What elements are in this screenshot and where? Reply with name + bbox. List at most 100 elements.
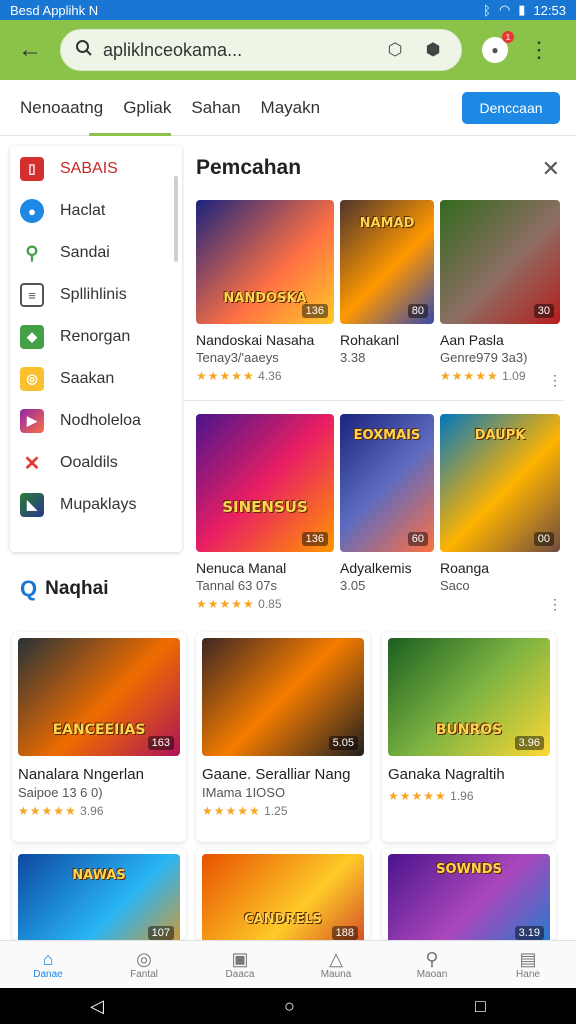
- rating-stars: ★★★★★: [202, 804, 261, 818]
- game-thumbnail: EOXMAIS 60: [340, 414, 434, 552]
- menu-item-9[interactable]: ◣ Mupaklays: [20, 486, 180, 524]
- avatar-icon: ●: [491, 43, 499, 57]
- tab-3[interactable]: Sahan: [191, 80, 240, 136]
- game-card[interactable]: BUNROS 3.96 Ganaka Nagraltih ★★★★★ 1.96: [382, 632, 556, 842]
- nav-item-1[interactable]: ⌂ Danae: [0, 941, 96, 988]
- notification-badge: 1: [502, 31, 514, 43]
- section-title: Naqhai: [45, 578, 109, 599]
- box-icon: ▣: [231, 949, 249, 969]
- game-badge: 136: [301, 532, 328, 546]
- notification-button[interactable]: ● 1: [482, 31, 514, 63]
- search-input[interactable]: [103, 39, 371, 61]
- game-thumbnail: EANCEEIIAS 163: [18, 638, 180, 756]
- nav-item-2[interactable]: ◎ Fantal: [96, 941, 192, 988]
- game-card[interactable]: SINENSUS 136 Nenuca Manal Tannal 63 07s …: [196, 414, 334, 611]
- tab-bar: Nenoaatng Gpliak Sahan Mayakn Denccaan: [0, 80, 576, 136]
- menu-item-3[interactable]: ⚲ Sandai: [20, 234, 180, 272]
- game-card[interactable]: 30 Aan Pasla Genre979 3a3) ★★★★★ 1.09: [440, 200, 560, 383]
- featured-panel: Pemcahan ✕ NANDOSKA 136 Nandoskai Nasaha…: [184, 146, 576, 626]
- menu-item-4[interactable]: ≡ Spllihlinis: [20, 276, 180, 314]
- game-card[interactable]: 5.05 Gaane. Seralliar Nang IMama 1IOSO ★…: [196, 632, 370, 842]
- menu-item-8[interactable]: ✕ Ooaldils: [20, 444, 180, 482]
- game-art-title: SINENSUS: [222, 498, 308, 516]
- game-art-title: EOXMAIS: [353, 428, 421, 443]
- search-icon: ⚲: [25, 242, 39, 263]
- game-subtitle: Saipoe 13 6 0): [18, 785, 103, 800]
- game-name: Aan Pasla: [440, 332, 504, 348]
- menu-item-label: Mupaklays: [60, 496, 137, 513]
- menu-item-2[interactable]: ● Haclat: [20, 192, 180, 230]
- nav-label: Mauna: [320, 969, 352, 980]
- menu-item-1[interactable]: ▯ SABAIS: [20, 150, 180, 188]
- back-icon[interactable]: ◁: [90, 996, 104, 1017]
- game-card[interactable]: NANDOSKA 136 Nandoskai Nasaha Tenay3/'aa…: [196, 200, 334, 383]
- game-art-title: NAMAD: [359, 216, 415, 231]
- game-card[interactable]: DAUPK 00 Roanga Saco: [440, 414, 560, 593]
- game-rating: ★★★★★ 4.36: [196, 369, 334, 383]
- home-icon: ⌂: [42, 949, 54, 969]
- game-card[interactable]: NAMAD 80 Rohakanl 3.38: [340, 200, 434, 365]
- rating-value: 3.96: [80, 804, 104, 818]
- back-arrow-icon[interactable]: ←: [10, 30, 50, 70]
- more-options-icon[interactable]: ⋮: [548, 596, 562, 613]
- nav-item-5[interactable]: ⚲ Maoan: [384, 941, 480, 988]
- game-badge: 00: [533, 532, 554, 546]
- action-button[interactable]: Denccaan: [462, 92, 560, 124]
- menu-item-6[interactable]: ◎ Saakan: [20, 360, 180, 398]
- share-icon[interactable]: ⬡: [381, 36, 409, 64]
- game-card[interactable]: CANDRELS 188: [196, 848, 370, 940]
- game-name: Roanga: [440, 560, 490, 576]
- game-art-title: SOWNDS: [436, 862, 502, 877]
- game-card[interactable]: NAWAS 107: [12, 848, 186, 940]
- nav-item-6[interactable]: ▤ Hane: [480, 941, 576, 988]
- status-time: 12:53: [533, 2, 566, 18]
- game-card[interactable]: SOWNDS 3.19: [382, 848, 556, 940]
- battery-icon: ▮: [518, 2, 526, 17]
- nav-item-3[interactable]: ▣ Daaca: [192, 941, 288, 988]
- game-rating: ★★★★★ 0.85: [196, 597, 334, 611]
- game-badge: 30: [533, 304, 554, 318]
- game-art-title: CANDRELS: [244, 912, 322, 927]
- menu-item-label: Ooaldils: [60, 454, 118, 471]
- game-art-title: NAWAS: [72, 868, 126, 883]
- game-rating: ★★★★★ 1.09: [440, 369, 560, 383]
- tab-1[interactable]: Nenoaatng: [20, 80, 103, 136]
- game-card[interactable]: EOXMAIS 60 Adyalkemis 3.05: [340, 414, 434, 593]
- game-subtitle: Genre979 3a3): [440, 350, 528, 365]
- game-rating: ★★★★★ 1.25: [202, 804, 364, 818]
- game-thumbnail: 30: [440, 200, 560, 324]
- row-divider: [184, 400, 564, 401]
- menu-item-label: Spllihlinis: [60, 286, 127, 303]
- settings-icon[interactable]: ⬢: [419, 36, 447, 64]
- menu-item-7[interactable]: ▶ Nodholeloa: [20, 402, 180, 440]
- tab-4[interactable]: Mayakn: [261, 80, 321, 136]
- rating-stars: ★★★★★: [196, 597, 255, 611]
- game-badge: 107: [147, 926, 174, 940]
- menu-item-5[interactable]: ◆ Renorgan: [20, 318, 180, 356]
- game-subtitle: IMama 1IOSO: [202, 785, 286, 800]
- search-icon: ⚲: [425, 949, 439, 969]
- nav-label: Maoan: [416, 969, 448, 980]
- search-box[interactable]: ⬡ ⬢: [60, 29, 462, 71]
- game-thumbnail: SINENSUS 136: [196, 414, 334, 552]
- more-vert-icon[interactable]: ⋮: [528, 37, 550, 63]
- game-card[interactable]: EANCEEIIAS 163 Nanalara Nngerlan Saipoe …: [12, 632, 186, 842]
- nav-label: Hane: [516, 969, 540, 980]
- rating-stars: ★★★★★: [440, 369, 499, 383]
- menu-item-label: Haclat: [60, 202, 106, 219]
- game-name: Adyalkemis: [340, 560, 412, 576]
- recents-icon[interactable]: □: [475, 996, 486, 1017]
- game-subtitle: Tannal 63 07s: [196, 578, 277, 593]
- system-navigation: ◁ ○ □: [0, 988, 576, 1024]
- nav-item-4[interactable]: △ Mauna: [288, 941, 384, 988]
- more-options-icon[interactable]: ⋮: [548, 372, 562, 389]
- game-name: Ganaka Nagraltih: [388, 766, 505, 783]
- phone-icon: ▯: [20, 157, 44, 181]
- tab-2[interactable]: Gpliak: [89, 80, 172, 136]
- game-badge: 5.05: [328, 736, 358, 750]
- game-name: Gaane. Seralliar Nang: [202, 766, 351, 783]
- game-art-title: DAUPK: [474, 428, 526, 443]
- menu-item-label: Renorgan: [60, 328, 131, 345]
- home-circle-icon[interactable]: ○: [284, 996, 295, 1017]
- close-icon[interactable]: ✕: [542, 156, 560, 182]
